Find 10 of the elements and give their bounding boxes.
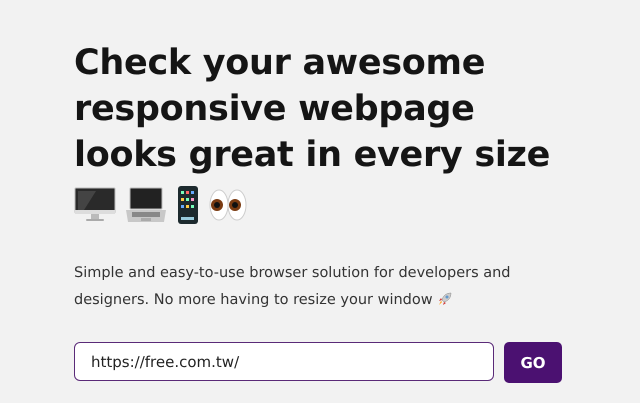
smartphone-icon [176, 185, 200, 225]
description-text: designers. No more having to resize your window [74, 292, 433, 308]
desktop-monitor-icon [74, 186, 116, 224]
url-input-field[interactable]: https://free.com.tw/ [74, 342, 494, 381]
laptop-icon [124, 186, 168, 224]
eyes-icon [208, 188, 248, 222]
description-text: Simple and easy-to-use browser solution for developers and [74, 265, 511, 281]
rocket-icon [436, 291, 453, 307]
go-button[interactable]: GO [504, 342, 562, 383]
page-heading: Check your awesome responsive webpage looks great in every size [74, 42, 552, 177]
